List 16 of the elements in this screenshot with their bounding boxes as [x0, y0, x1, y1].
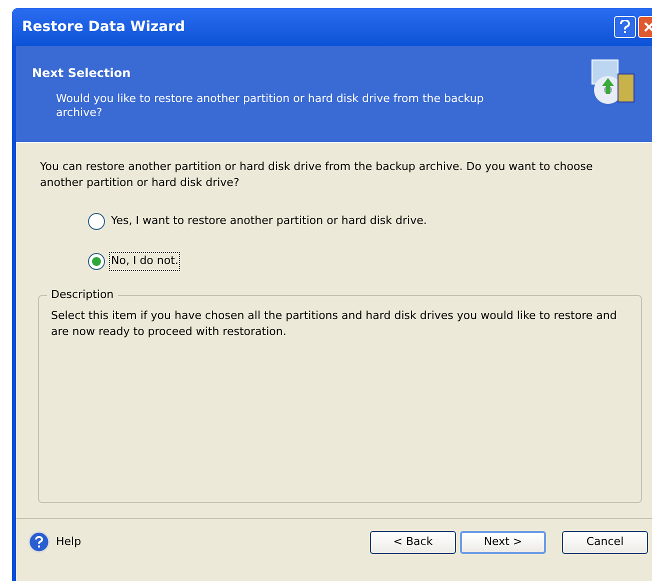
description-title: Description — [47, 286, 118, 303]
header-title: Next Selection — [32, 65, 132, 82]
wizard-button[interactable]: Next > — [460, 530, 546, 554]
radio-option[interactable]: Yes, I want to restore another partition or hard disk drive. — [88, 213, 652, 230]
header-subtitle: Would you like to restore another partition or hard disk drive from the backup archive? — [55, 92, 485, 120]
question-icon — [620, 20, 630, 34]
help-button[interactable]: Help — [28, 531, 82, 553]
wizard-button[interactable]: < Back — [370, 530, 456, 554]
close-icon — [643, 21, 652, 33]
help-title-button[interactable] — [614, 16, 636, 38]
intro-text: You can restore another partition or hard disk drive from the backup archive. Do you want to choose another partition or hard disk drive? — [40, 159, 594, 191]
wizard-button[interactable]: Cancel — [562, 530, 648, 554]
description-text: Select this item if you have chosen all the partitions and hard disk drives you would like to restore and are now ready to proceed with restoration. — [51, 308, 618, 340]
radio-option[interactable]: No, I do not. — [88, 252, 652, 270]
help-icon — [28, 531, 50, 553]
window-title: Restore Data Wizard — [22, 18, 186, 36]
